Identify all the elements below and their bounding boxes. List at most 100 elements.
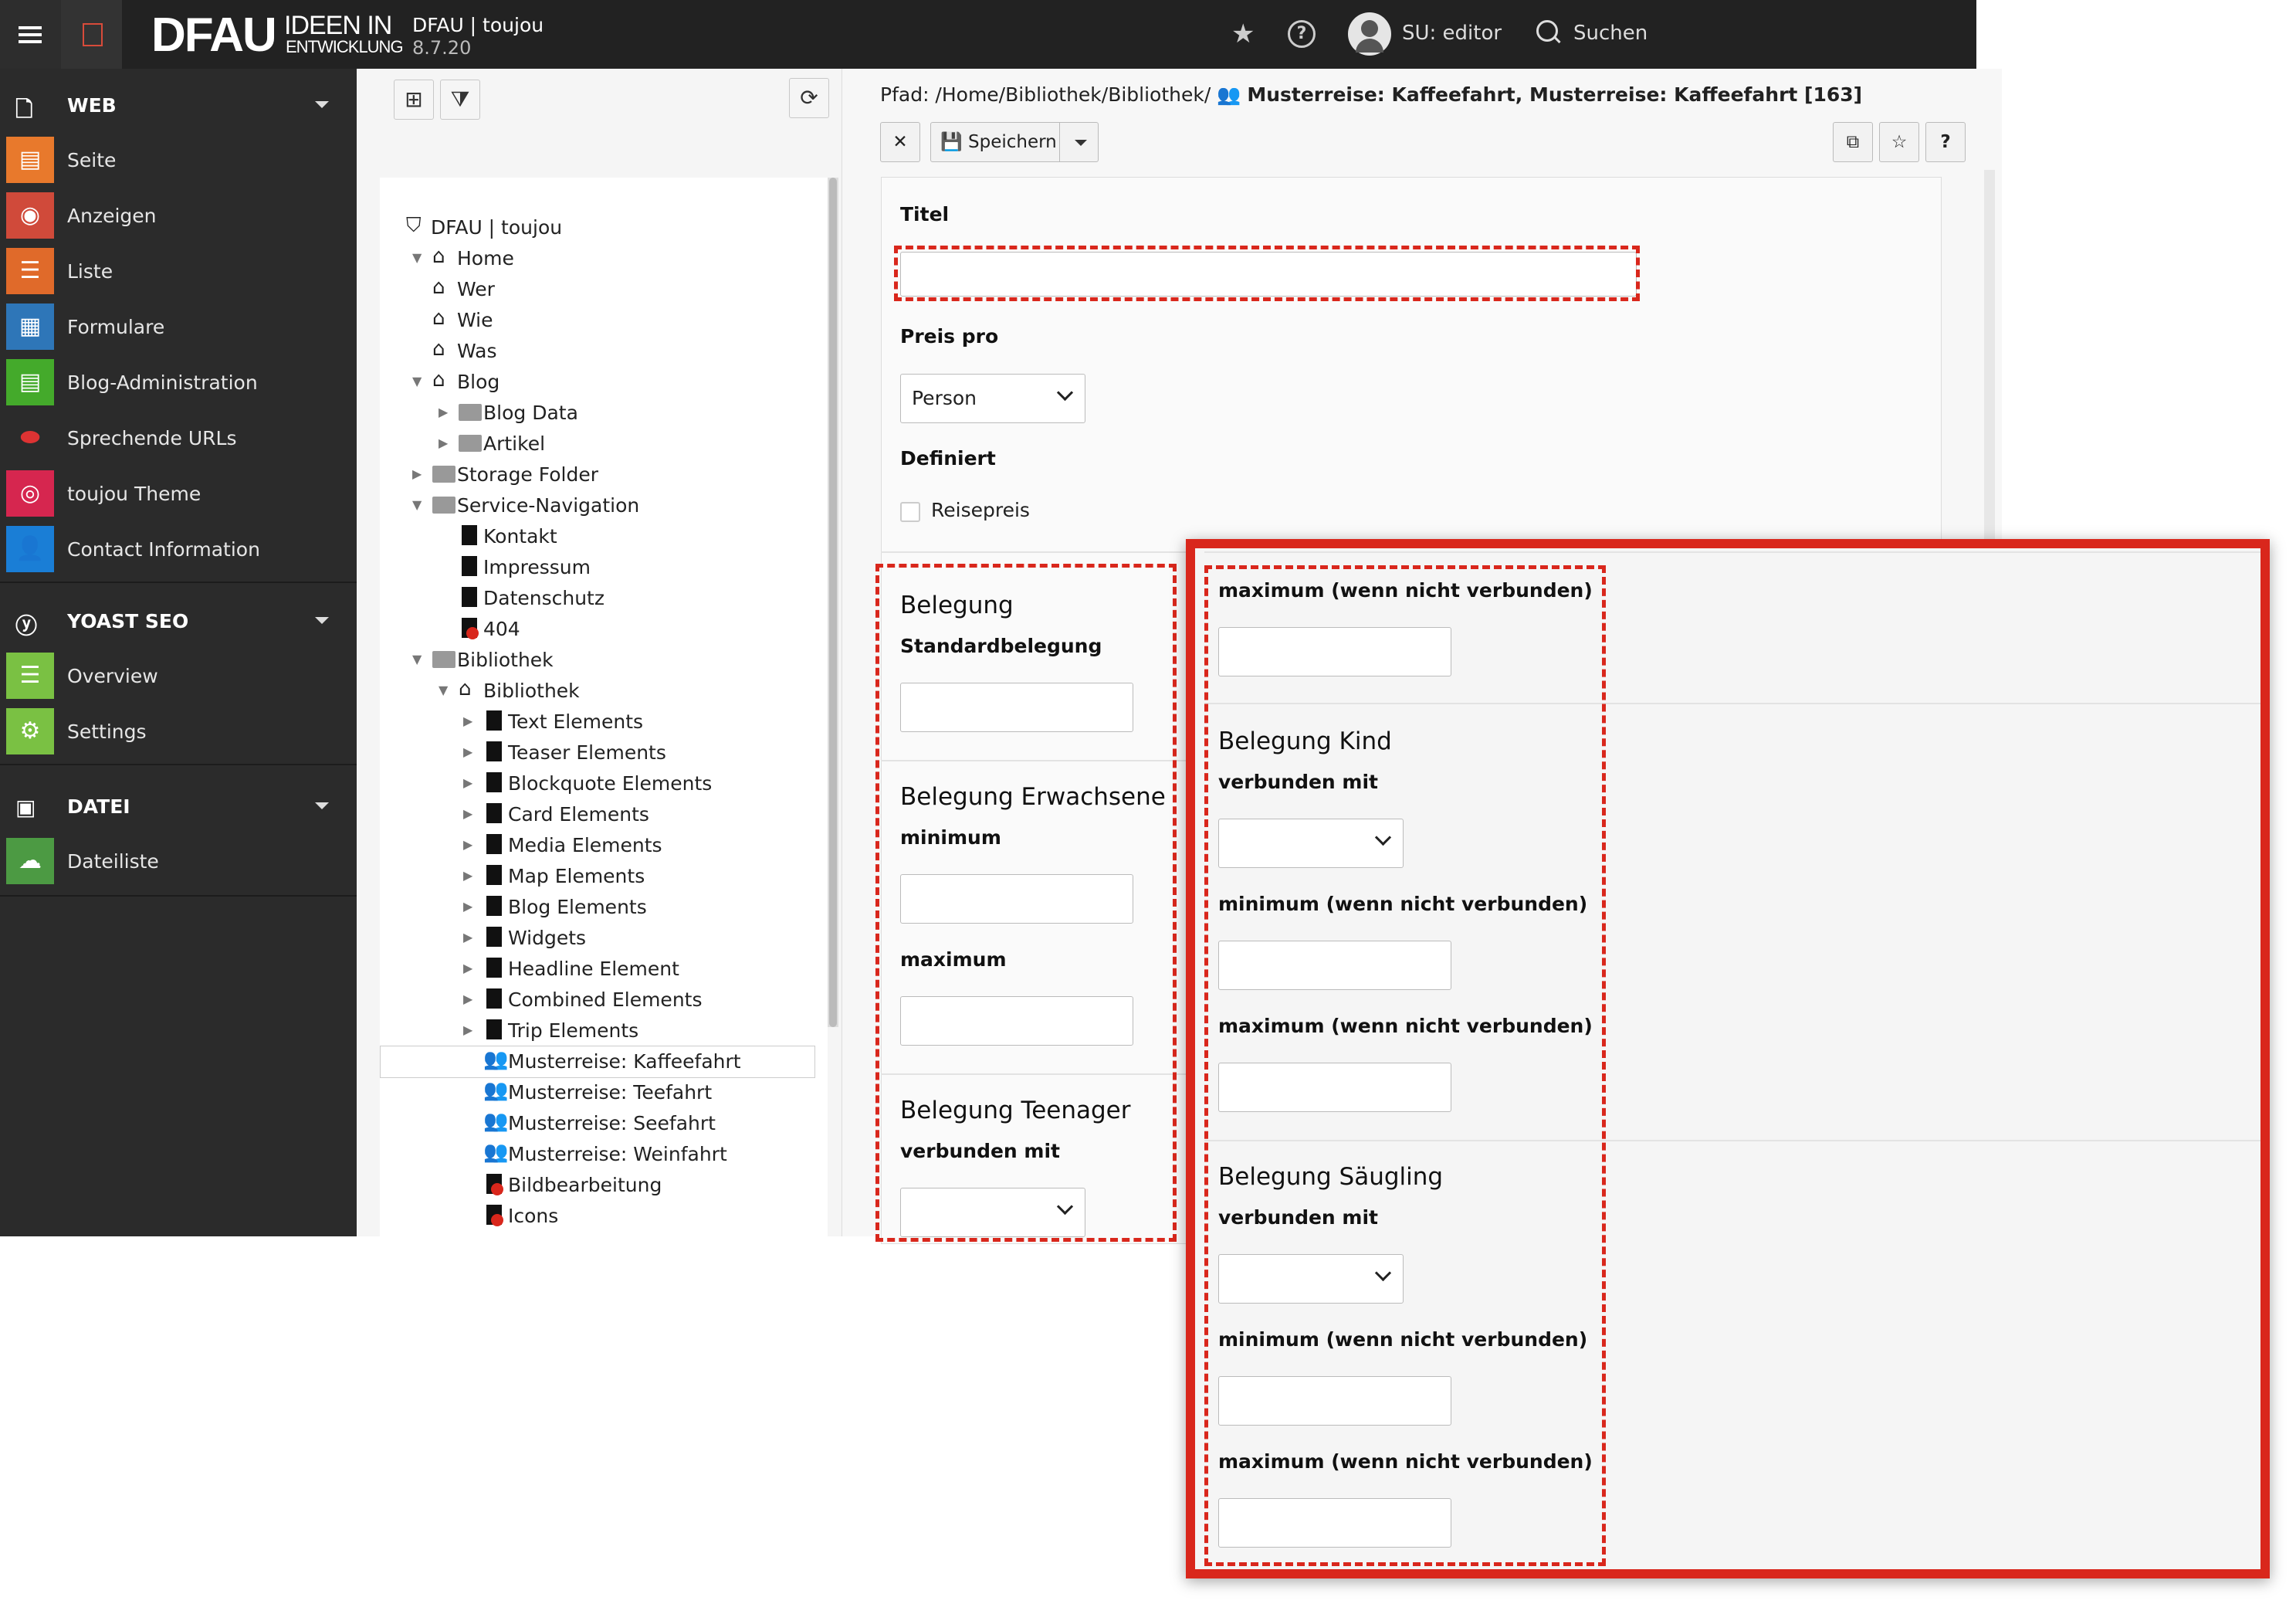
refresh-button[interactable]: ⟳	[789, 78, 829, 118]
page-icon	[483, 863, 502, 890]
sidebar-divider	[0, 582, 357, 583]
tree-scrollbar[interactable]	[828, 178, 838, 1027]
list-icon: ☰	[6, 653, 54, 699]
fingerprint-icon: ◎	[6, 470, 54, 517]
sidebar-item-settings[interactable]: ⚙ Settings	[0, 704, 357, 759]
star-icon[interactable]: ★	[1231, 19, 1255, 49]
bookmark-star-button[interactable]: ☆	[1879, 122, 1919, 162]
chevron-down-icon[interactable]	[1075, 140, 1087, 146]
avatar[interactable]	[1348, 12, 1391, 56]
sidebar-item-label: Seite	[67, 149, 117, 171]
open-new-window-button[interactable]: ⧉	[1833, 122, 1873, 162]
help-icon[interactable]: ?	[1288, 20, 1316, 48]
sidebar-group-web[interactable]: 🗋 WEB	[0, 78, 357, 129]
page-icon	[483, 924, 502, 952]
tree-node-label: Blog	[457, 371, 500, 393]
tree-node-label: Trip Elements	[508, 1019, 639, 1042]
group-icon: 👥	[483, 1141, 509, 1164]
typo3-icon[interactable]	[61, 0, 122, 69]
sidebar-item-formulare[interactable]: ▦ Formulare	[0, 299, 357, 354]
page-icon	[483, 770, 502, 798]
save-button-label: Speichern	[968, 132, 1057, 152]
sidebar-item-dateiliste[interactable]: ☁ Dateiliste	[0, 833, 357, 889]
menu-toggle-button[interactable]	[0, 0, 61, 69]
group-icon: 👥	[483, 1110, 509, 1133]
filter-button[interactable]: ⧩	[440, 80, 480, 120]
preis-pro-select[interactable]: Person	[900, 374, 1085, 423]
page-module-icon: ▤	[6, 137, 54, 183]
folder-icon	[459, 430, 482, 457]
tree-node-label: Card Elements	[508, 803, 649, 826]
folder-icon	[432, 461, 455, 488]
new-page-button[interactable]: ⊞	[394, 80, 434, 120]
definiert-label: Definiert	[900, 447, 996, 470]
expand-closed-icon[interactable]: ▶	[463, 930, 472, 944]
expand-closed-icon[interactable]: ▶	[463, 992, 472, 1006]
save-button[interactable]: 💾 Speichern	[930, 122, 1099, 162]
typo3-logo-icon	[83, 23, 103, 46]
expand-closed-icon[interactable]: ▶	[463, 899, 472, 914]
expand-open-icon[interactable]: ▼	[439, 683, 448, 697]
tree-node-label: Blog Elements	[508, 896, 647, 918]
expand-closed-icon[interactable]: ▶	[439, 405, 448, 419]
sidebar-item-liste[interactable]: ☰ Liste	[0, 243, 357, 299]
tree-node-label: Widgets	[508, 927, 587, 949]
expand-closed-icon[interactable]: ▶	[463, 961, 472, 975]
expand-closed-icon[interactable]: ▶	[463, 837, 472, 852]
expand-open-icon[interactable]: ▼	[412, 497, 422, 512]
expand-closed-icon[interactable]: ▶	[463, 714, 472, 728]
sidebar-item-toujou-theme[interactable]: ◎ toujou Theme	[0, 466, 357, 521]
tree-node-label: Wer	[457, 278, 495, 300]
expand-open-icon[interactable]: ▼	[412, 250, 422, 265]
expand-open-icon[interactable]: ▼	[412, 652, 422, 666]
titel-label: Titel	[900, 203, 950, 225]
sidebar-group-datei[interactable]: ▣ DATEI	[0, 779, 357, 830]
sidebar-item-label: toujou Theme	[67, 483, 201, 505]
page-error-icon	[483, 1172, 503, 1199]
sidebar-item-contact-information[interactable]: 👤 Contact Information	[0, 521, 357, 577]
tree-node-label: Blog Data	[483, 402, 578, 424]
expand-closed-icon[interactable]: ▶	[412, 466, 422, 481]
logo-main: DFAU	[151, 8, 277, 62]
tree-node-label: Storage Folder	[457, 463, 599, 486]
expand-closed-icon[interactable]: ▶	[463, 744, 472, 759]
sidebar-group-yoast-seo[interactable]: ⓨ YOAST SEO	[0, 594, 357, 645]
search-input[interactable]: Suchen	[1573, 22, 1647, 45]
expand-closed-icon[interactable]: ▶	[463, 775, 472, 790]
tree-node-label: Blockquote Elements	[508, 772, 713, 795]
expand-closed-icon[interactable]: ▶	[439, 436, 448, 450]
expand-open-icon[interactable]: ▼	[412, 374, 422, 388]
sidebar-item-anzeigen[interactable]: ◉ Anzeigen	[0, 188, 357, 243]
tree-node-label: Headline Element	[508, 958, 679, 980]
user-name[interactable]: SU: editor	[1402, 22, 1502, 45]
expand-closed-icon[interactable]: ▶	[463, 868, 472, 883]
close-button[interactable]: ✕	[880, 122, 920, 162]
sidebar-item-label: Formulare	[67, 316, 165, 338]
reisepreis-checkbox[interactable]	[900, 502, 920, 522]
help-button[interactable]: ?	[1925, 122, 1966, 162]
sidebar-item-overview[interactable]: ☰ Overview	[0, 648, 357, 704]
sidebar-item-label: Dateiliste	[67, 850, 159, 873]
sidebar-group-label: DATEI	[67, 795, 130, 818]
reisepreis-label: Reisepreis	[931, 499, 1030, 521]
sidebar-item-blog-administration[interactable]: ▤ Blog-Administration	[0, 354, 357, 410]
tree-node-label: DFAU | toujou	[431, 216, 563, 239]
tree-node-label: Combined Elements	[508, 988, 703, 1011]
tree-node-label: 404	[483, 618, 520, 640]
sidebar-item-label: Overview	[67, 665, 158, 687]
site-name: DFAU | toujou	[412, 14, 544, 36]
folder-icon	[459, 399, 482, 426]
expand-closed-icon[interactable]: ▶	[463, 1022, 472, 1037]
expand-closed-icon[interactable]: ▶	[463, 806, 472, 821]
breadcrumb: Pfad: /Home/Bibliothek/Bibliothek/ 👥 Mus…	[880, 83, 1862, 107]
gear-icon: ⚙	[6, 708, 54, 754]
sidebar-item-sprechende-urls[interactable]: ⬬ Sprechende URLs	[0, 410, 357, 466]
pill-icon: ⬬	[6, 415, 54, 461]
folder-icon	[432, 492, 455, 519]
page-icon	[483, 986, 502, 1014]
sidebar-item-seite[interactable]: ▤ Seite	[0, 132, 357, 188]
tree-node-label: Icons	[508, 1205, 559, 1227]
chevron-down-icon	[315, 101, 329, 108]
highlight-belegung-left	[875, 564, 1177, 1242]
sidebar-item-label: Blog-Administration	[67, 371, 258, 394]
